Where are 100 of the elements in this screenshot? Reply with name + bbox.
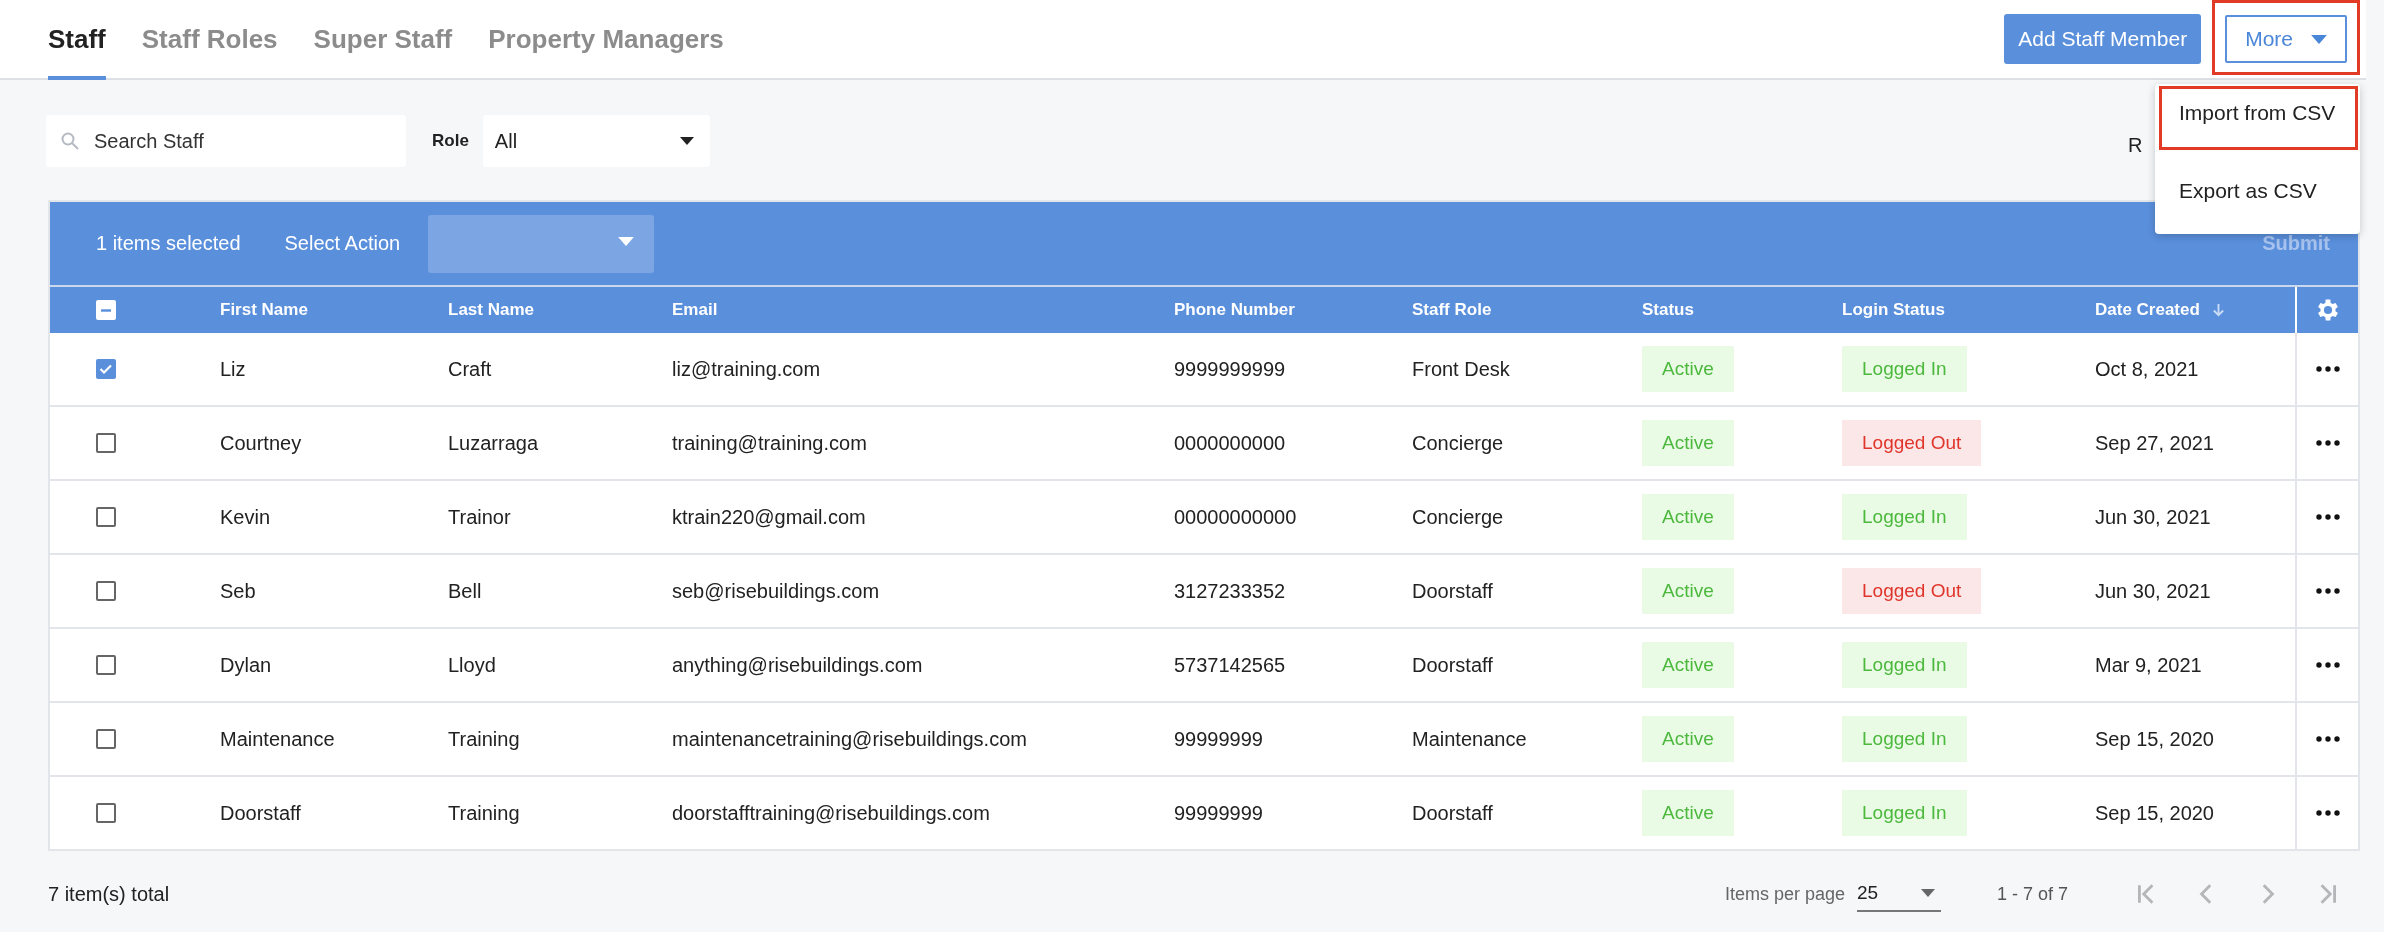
role-select[interactable]: All (482, 115, 710, 167)
login-status-badge: Logged Out (1842, 568, 1982, 614)
table-cell: Concierge (1412, 505, 1504, 529)
more-options-icon[interactable] (2315, 810, 2340, 816)
table-cell: Front Desk (1412, 357, 1510, 381)
login-status-badge: Logged In (1842, 346, 1967, 392)
table-cell: Sep 15, 2020 (2095, 801, 2214, 825)
menu-item[interactable]: Import from CSV (2179, 101, 2336, 125)
menu-item[interactable]: Export as CSV (2179, 179, 2317, 203)
dash-icon (101, 309, 111, 312)
more-options-icon[interactable] (2315, 662, 2340, 668)
items-per-page-select[interactable]: 25 (1856, 876, 1941, 912)
caret-icon (2311, 34, 2327, 44)
column-header[interactable]: First Name (220, 300, 308, 320)
row-checkbox[interactable] (96, 359, 116, 379)
table-cell: 0000000000 (1174, 431, 1286, 455)
tab[interactable]: Property Managers (488, 0, 724, 80)
table-cell: maintenancetraining@risebuildings.com (672, 727, 1027, 751)
search-icon (60, 131, 80, 151)
table-cell: Lloyd (448, 653, 496, 677)
table-cell: 99999999 (1174, 727, 1263, 751)
tab[interactable]: Super Staff (313, 0, 453, 80)
row-checkbox[interactable] (96, 433, 116, 453)
table-cell: Bell (448, 579, 482, 603)
table-cell: training@training.com (672, 431, 867, 455)
total-count: 7 item(s) total (48, 882, 170, 906)
status-badge: Active (1642, 568, 1734, 614)
table-cell: Training (448, 801, 520, 825)
table-cell: Maintenance (1412, 727, 1527, 751)
filter-label: R (2128, 134, 2143, 157)
column-header[interactable]: Email (672, 300, 718, 320)
more-button[interactable]: More (2225, 15, 2347, 63)
table-cell: Liz (220, 357, 246, 381)
status-badge: Active (1642, 346, 1734, 392)
table-cell: Luzarraga (448, 431, 539, 455)
row-checkbox[interactable] (96, 507, 116, 527)
table-cell: Doorstaff (220, 801, 301, 825)
action-label: Select Action (284, 232, 401, 255)
login-status-badge: Logged Out (1842, 420, 1982, 466)
table-cell: Sep 27, 2021 (2095, 431, 2214, 455)
login-status-badge: Logged In (1842, 642, 1967, 688)
search-field[interactable]: Search Staff (46, 115, 406, 167)
tab[interactable]: Staff (48, 0, 106, 80)
status-badge: Active (1642, 790, 1734, 836)
add-staff-button[interactable]: Add Staff Member (2004, 14, 2202, 64)
row-checkbox[interactable] (96, 581, 116, 601)
table-cell: Mar 9, 2021 (2095, 653, 2202, 677)
more-options-icon[interactable] (2315, 440, 2340, 446)
table-cell: doorstafftraining@risebuildings.com (672, 801, 990, 825)
row-checkbox[interactable] (96, 655, 116, 675)
status-badge: Active (1642, 716, 1734, 762)
row-checkbox[interactable] (96, 803, 116, 823)
table-cell: Doorstaff (1412, 579, 1493, 603)
column-header[interactable]: Phone Number (1174, 300, 1295, 320)
caret-icon (679, 137, 694, 145)
column-header[interactable]: Date Created (2095, 300, 2200, 320)
table-cell: 00000000000 (1174, 505, 1297, 529)
selection-count: 1 items selected (96, 232, 241, 255)
caret-icon (1920, 889, 1935, 897)
table-cell: Craft (448, 357, 492, 381)
status-badge: Active (1642, 494, 1734, 540)
table-cell: liz@training.com (672, 357, 821, 381)
items-per-page-label: Items per page (1724, 883, 1845, 905)
table-cell: Maintenance (220, 727, 335, 751)
table-cell: Jun 30, 2021 (2095, 505, 2211, 529)
table-cell: 9999999999 (1174, 357, 1286, 381)
table-cell: Trainor (448, 505, 511, 529)
more-options-icon[interactable] (2315, 588, 2340, 594)
caret-icon (618, 236, 635, 246)
column-header[interactable]: Last Name (448, 300, 534, 320)
table-cell: Concierge (1412, 431, 1504, 455)
status-badge: Active (1642, 420, 1734, 466)
column-header[interactable]: Staff Role (1412, 300, 1492, 320)
select-all-checkbox[interactable] (96, 300, 116, 320)
table-cell: Doorstaff (1412, 653, 1493, 677)
table-cell: Sep 15, 2020 (2095, 727, 2214, 751)
more-options-icon[interactable] (2315, 736, 2340, 742)
more-options-icon[interactable] (2315, 514, 2340, 520)
login-status-badge: Logged In (1842, 790, 1967, 836)
table-cell: Seb (220, 579, 256, 603)
page-range: 1 - 7 of 7 (1996, 883, 2068, 905)
table-cell: 5737142565 (1174, 653, 1286, 677)
table-cell: Kevin (220, 505, 271, 529)
status-badge: Active (1642, 642, 1734, 688)
table-cell: anything@risebuildings.com (672, 653, 923, 677)
table-cell: Courtney (220, 431, 302, 455)
table-cell: ktrain220@gmail.com (672, 505, 866, 529)
role-label: Role (432, 131, 469, 151)
table-cell: 3127233352 (1174, 579, 1286, 603)
more-options-icon[interactable] (2315, 366, 2340, 372)
tab[interactable]: Staff Roles (141, 0, 278, 80)
row-checkbox[interactable] (96, 729, 116, 749)
column-header[interactable]: Status (1642, 300, 1694, 320)
table-cell: Doorstaff (1412, 801, 1493, 825)
table-cell: Jun 30, 2021 (2095, 579, 2211, 603)
table-cell: Oct 8, 2021 (2095, 357, 2199, 381)
table-cell: seb@risebuildings.com (672, 579, 880, 603)
column-header[interactable]: Login Status (1842, 300, 1945, 320)
login-status-badge: Logged In (1842, 716, 1967, 762)
table-cell: Training (448, 727, 520, 751)
